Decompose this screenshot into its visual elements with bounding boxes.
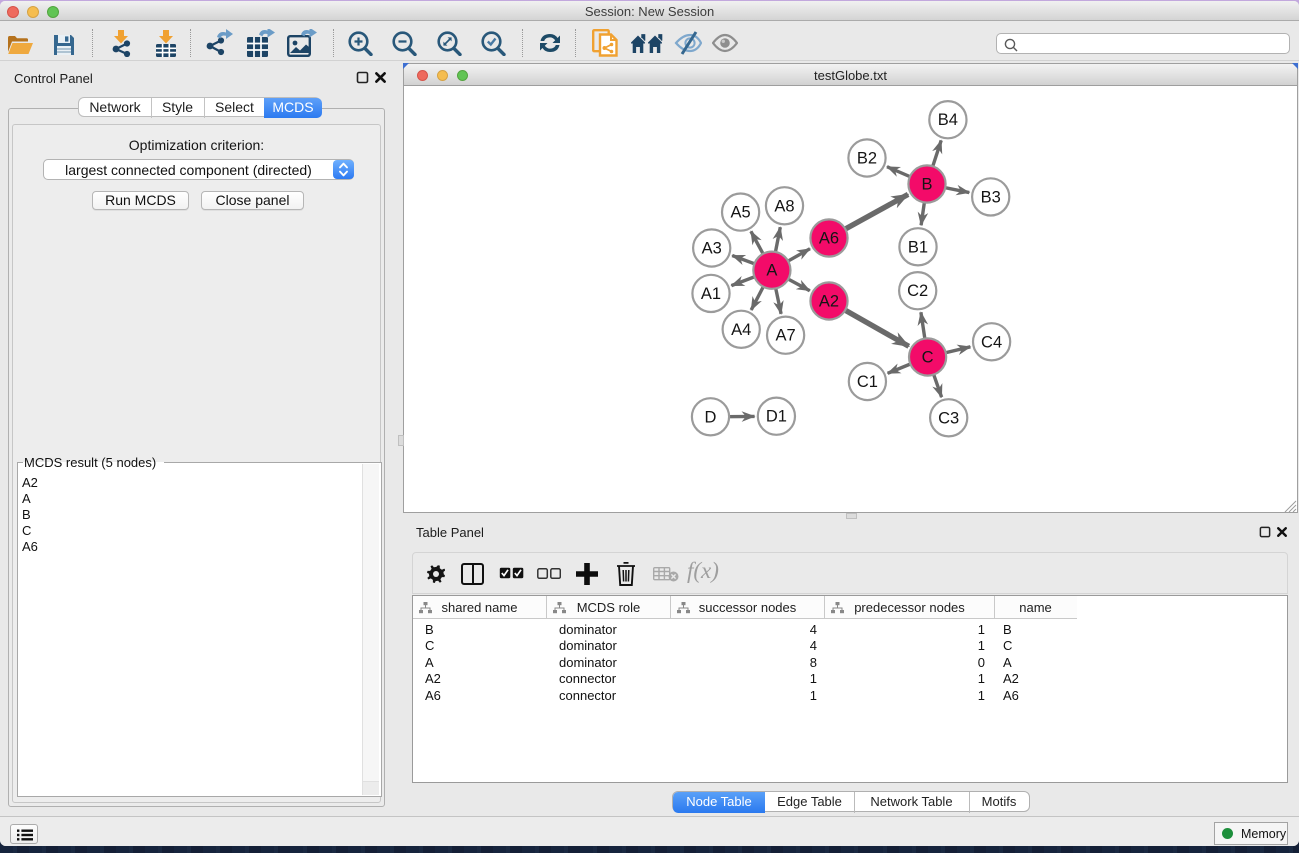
svg-text:B1: B1 (908, 238, 928, 256)
svg-text:D1: D1 (766, 408, 787, 426)
svg-text:A6: A6 (819, 230, 839, 248)
svg-text:C2: C2 (907, 282, 928, 300)
svg-text:D: D (705, 408, 717, 426)
svg-text:A3: A3 (702, 240, 722, 258)
svg-text:A: A (766, 262, 777, 280)
svg-text:B2: B2 (857, 150, 877, 168)
svg-text:A4: A4 (731, 321, 751, 339)
svg-text:C: C (922, 349, 934, 367)
svg-text:A8: A8 (774, 197, 794, 215)
svg-text:B4: B4 (938, 111, 958, 129)
svg-text:C1: C1 (857, 373, 878, 391)
svg-text:C3: C3 (938, 409, 959, 427)
svg-text:A1: A1 (701, 285, 721, 303)
svg-text:C4: C4 (981, 333, 1002, 351)
svg-text:B3: B3 (981, 188, 1001, 206)
svg-text:B: B (921, 176, 932, 194)
svg-text:A5: A5 (731, 204, 751, 222)
svg-text:A2: A2 (819, 293, 839, 311)
svg-text:A7: A7 (776, 327, 796, 345)
